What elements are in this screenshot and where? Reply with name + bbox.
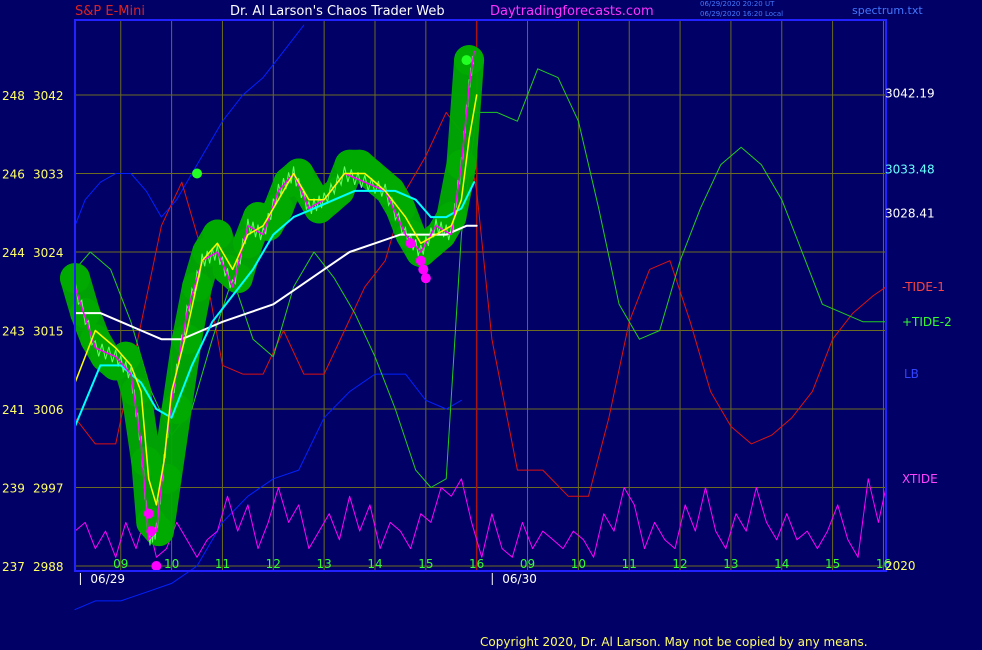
y-tick-alt-label: 239 (2, 482, 25, 496)
signal-dot (192, 168, 203, 179)
x-tick-label: 14 (367, 557, 382, 571)
turn-point-dot (405, 238, 416, 249)
y-tick-alt-label: 246 (2, 168, 25, 182)
x-tick-label: 12 (266, 557, 281, 571)
x-tick-label: 10 (164, 557, 179, 571)
band-bubble (161, 394, 192, 424)
turn-point-dot (146, 526, 157, 537)
right-label: 3042.19 (885, 86, 935, 100)
price-chart: 248 3042 246 3033 244 3024 243 3015 241 3006 239 29… (2, 19, 952, 611)
x-tick-label: 15 (418, 557, 433, 571)
x-tick-label: 13 (723, 557, 738, 571)
signal-dot (461, 55, 472, 66)
right-label: -TIDE-1 (902, 280, 945, 294)
xtide-line (74, 478, 887, 558)
x-tick-label: 09 (520, 557, 535, 571)
right-label: 3033.48 (885, 162, 935, 176)
y-tick-label: 3006 (33, 403, 64, 417)
series-group (60, 24, 887, 611)
right-label: 2020 (885, 559, 916, 573)
y-tick-alt-label: 237 (2, 560, 25, 574)
y-tick-alt-label: 241 (2, 403, 25, 417)
x-tick-label: 12 (672, 557, 687, 571)
turn-point-dot (151, 561, 162, 571)
band-bubble (151, 463, 182, 494)
turn-point-dot (420, 273, 431, 284)
y-tick-label: 3015 (33, 325, 64, 339)
x-tick-label: 11 (622, 557, 637, 571)
y-tick-label: 3042 (33, 89, 64, 103)
right-label: +TIDE-2 (902, 315, 952, 329)
right-label: 3028.41 (885, 207, 935, 221)
date-label: 06/29 (90, 572, 125, 586)
turn-point-dot (415, 255, 426, 266)
right-label: LB (904, 367, 919, 381)
x-tick-label: 10 (571, 557, 586, 571)
y-tick-label: 3024 (33, 246, 64, 260)
y-tick-label: 2997 (33, 482, 64, 496)
right-label: XTIDE (902, 472, 938, 486)
y-tick-alt-label: 243 (2, 325, 25, 339)
y-tick-alt-label: 244 (2, 246, 25, 260)
date-label: 06/30 (502, 572, 537, 586)
y-tick-label: 3033 (33, 168, 64, 182)
x-tick-label: 11 (215, 557, 230, 571)
x-tick-label: 09 (113, 557, 128, 571)
x-tick-label: 13 (317, 557, 332, 571)
turn-point-dot (418, 264, 429, 275)
x-tick-label: 14 (774, 557, 789, 571)
y-tick-label: 2988 (33, 560, 64, 574)
y-tick-alt-label: 248 (2, 89, 25, 103)
x-tick-label: 16 (469, 557, 484, 571)
x-tick-label: 15 (825, 557, 840, 571)
turn-point-dot (143, 508, 154, 519)
copyright-notice: Copyright 2020, Dr. Al Larson. May not b… (480, 635, 868, 649)
